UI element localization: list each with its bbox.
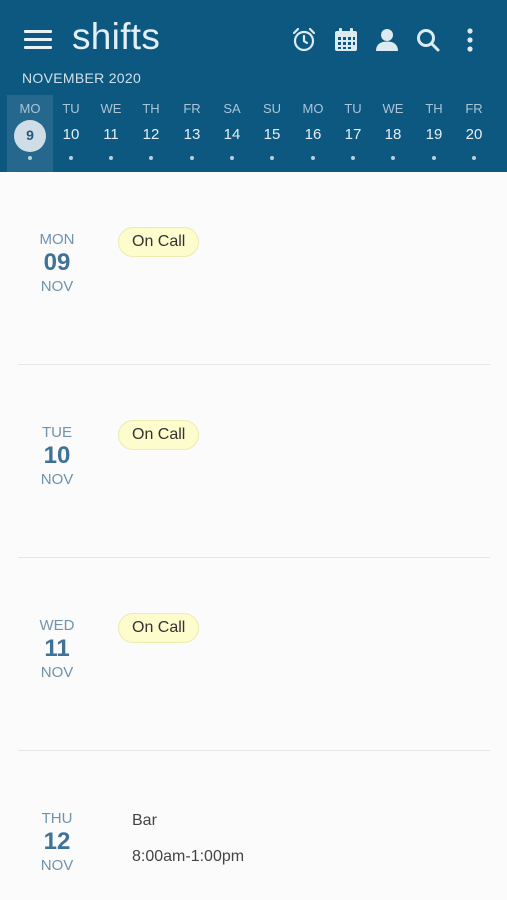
date-month: NOV [40,471,74,488]
day-cell[interactable]: TH 12 [128,95,174,172]
date-number: 10 [43,442,71,469]
date-number: 12 [43,828,71,855]
menu-icon[interactable] [24,29,52,51]
day-row[interactable]: THU 12 NOV Bar 8:00am-1:00pm [0,751,507,900]
calendar-icon[interactable] [332,26,360,54]
day-cell[interactable]: MO 9 [7,95,53,172]
day-of-week: SU [262,101,282,116]
date-day-of-week: THU [41,810,73,827]
date-block: THU 12 NOV [22,810,92,874]
event-dot [432,156,436,160]
date-number: 11 [44,635,70,662]
app-header: shifts NOVEMBER 2020 MO 9 TU 10 WE 11 TH… [0,0,507,172]
day-number: 12 [142,126,160,143]
date-month: NOV [40,664,74,681]
on-call-badge[interactable]: On Call [118,420,200,450]
on-call-badge[interactable]: On Call [118,227,200,257]
day-number: 9 [26,127,34,143]
event-dot [391,156,395,160]
event-dot [230,156,234,160]
month-label: NOVEMBER 2020 [22,70,142,86]
app-title: shifts [72,16,161,57]
day-of-week: WE [382,101,404,116]
shift-name: Bar [132,812,157,829]
shift-list: MON 09 NOV On Call TUE 10 NOV On Call WE… [0,172,507,900]
event-dot [109,156,113,160]
day-row[interactable]: MON 09 NOV On Call [0,172,507,365]
date-day-of-week: WED [39,617,75,634]
date-block: TUE 10 NOV [22,424,92,488]
date-month: NOV [40,278,74,295]
date-number: 09 [43,249,71,276]
event-dot [28,156,32,160]
day-row[interactable]: WED 11 NOV On Call [0,558,507,751]
event-dot [69,156,73,160]
day-number: 15 [263,126,281,143]
day-of-week: FR [465,101,483,116]
event-dot [149,156,153,160]
event-dot [311,156,315,160]
event-dot [351,156,355,160]
day-number: 20 [465,126,483,143]
on-call-badge[interactable]: On Call [118,613,200,643]
event-dot [472,156,476,160]
day-of-week: MO [19,101,41,116]
date-block: WED 11 NOV [22,617,92,681]
day-cell[interactable]: FR 20 [451,95,497,172]
search-icon[interactable] [414,26,442,54]
week-strip: MO 9 TU 10 WE 11 TH 12 FR 13 SA 14 SU 15… [0,95,507,172]
day-cell[interactable]: WE 18 [370,95,416,172]
date-block: MON 09 NOV [22,231,92,295]
user-icon[interactable] [373,26,401,54]
day-of-week: TH [142,101,160,116]
date-month: NOV [40,857,74,874]
shift-time: 8:00am-1:00pm [132,848,245,865]
more-vert-icon[interactable] [456,26,484,54]
date-day-of-week: MON [39,231,75,248]
day-cell[interactable]: SU 15 [249,95,295,172]
day-row[interactable]: TUE 10 NOV On Call [0,365,507,558]
event-dot [270,156,274,160]
day-number: 18 [384,126,402,143]
alarm-icon[interactable] [290,26,318,54]
event-dot [190,156,194,160]
date-day-of-week: TUE [42,424,72,441]
